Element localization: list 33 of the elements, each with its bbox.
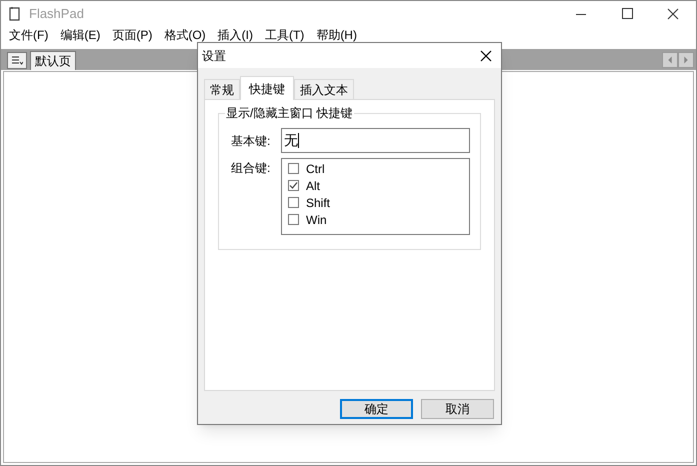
checkbox-label: Alt (306, 178, 320, 194)
page-tab[interactable]: 默认页 (30, 51, 76, 70)
menu-item[interactable]: 格式(O) (158, 28, 212, 42)
dialog-button[interactable]: 确定 (340, 399, 413, 419)
dialog-button[interactable]: 取消 (421, 399, 494, 419)
dialog-title: 设置 (202, 48, 226, 64)
scroll-left-icon[interactable] (662, 52, 678, 68)
list-icon (11, 56, 23, 66)
checkbox[interactable] (288, 214, 299, 225)
dialog-tab[interactable]: 常规 (204, 79, 240, 100)
modifiers-label: 组合键: (231, 160, 272, 177)
checkbox[interactable] (288, 180, 299, 191)
checkbox-label: Shift (306, 194, 330, 212)
checkbox-label: Ctrl (306, 160, 325, 178)
menu-item[interactable]: 帮助(H) (310, 28, 363, 42)
group-title: 显示/隐藏主窗口 快捷键 (225, 106, 354, 120)
checkbox[interactable] (288, 163, 299, 174)
menu-item[interactable]: 工具(T) (258, 28, 310, 42)
scroll-right-icon[interactable] (678, 52, 694, 68)
field-value: 无 (284, 131, 298, 150)
window-title: FlashPad (29, 5, 84, 24)
menu-item[interactable]: 编辑(E) (54, 28, 106, 42)
menu-item[interactable]: 页面(P) (106, 28, 158, 42)
dialog-tab[interactable]: 快捷键 (240, 76, 294, 100)
menu-item[interactable]: 文件(F) (3, 28, 54, 42)
checkbox-label: Win (306, 212, 327, 228)
tab-list-button[interactable] (7, 52, 27, 69)
base-key-field[interactable]: 无 (281, 128, 470, 153)
base-key-label: 基本键: (231, 132, 272, 150)
close-icon[interactable] (479, 48, 493, 62)
dialog-tab[interactable]: 插入文本 (294, 79, 354, 100)
checkbox[interactable] (288, 197, 299, 208)
menu-item[interactable]: 插入(I) (212, 28, 259, 42)
